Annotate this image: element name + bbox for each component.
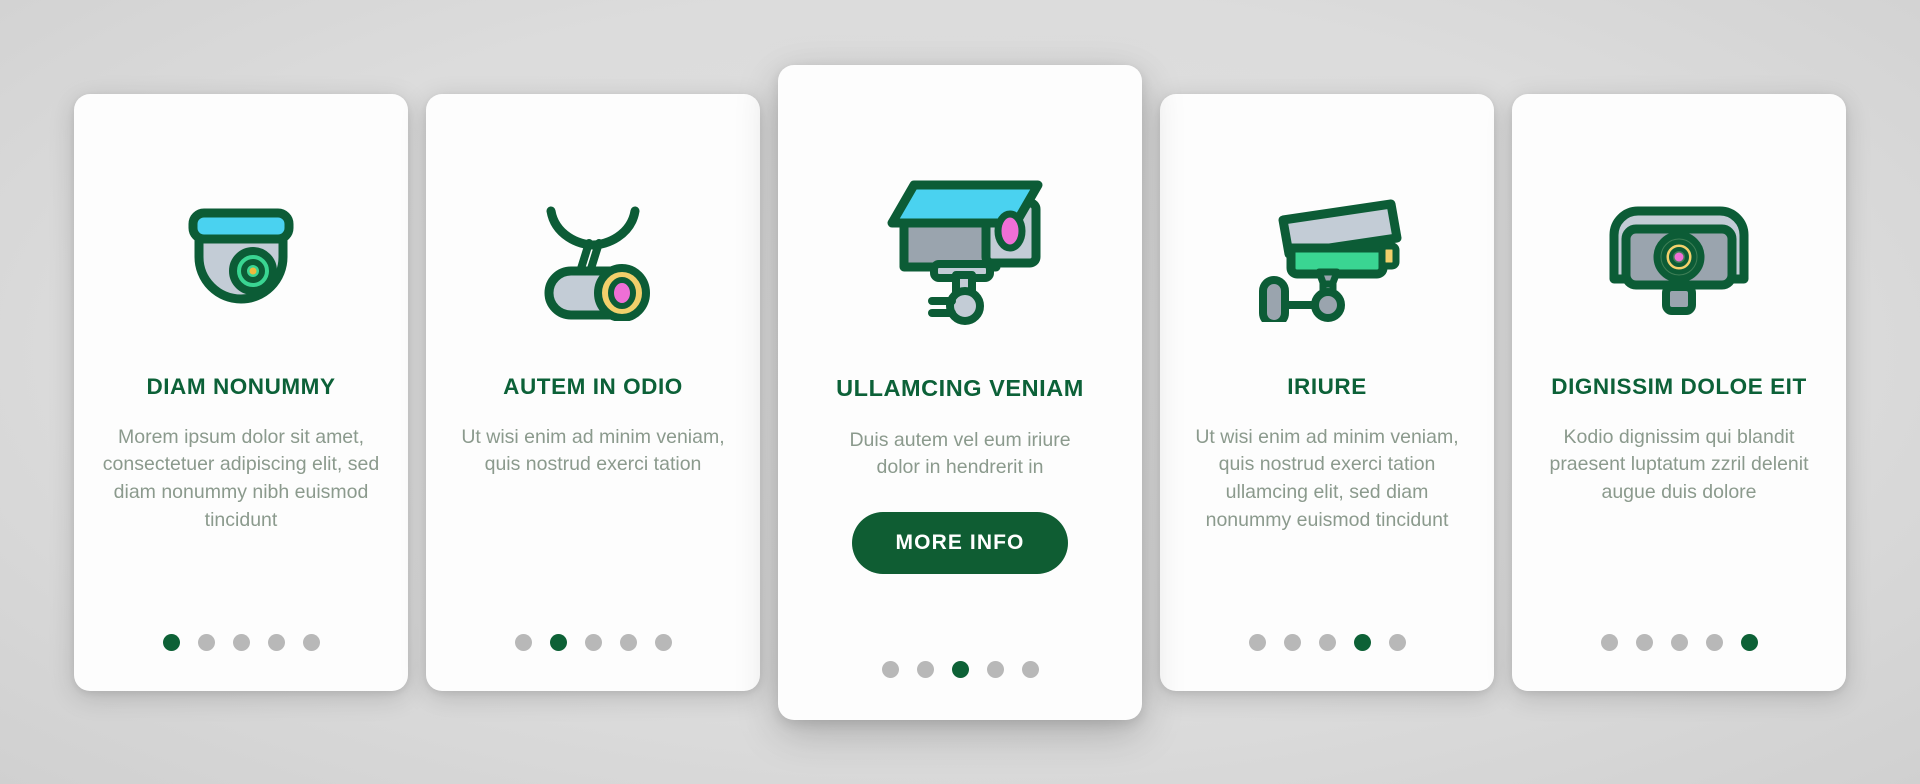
pagination-dots[interactable]: [74, 633, 408, 651]
card-2-icon-wrap: [452, 138, 734, 374]
card-1-icon-wrap: [100, 138, 382, 374]
card-5-icon-wrap: [1538, 138, 1820, 374]
onboarding-card-1[interactable]: DIAM NONUMMY Morem ipsum dolor sit amet,…: [74, 93, 408, 691]
card-title: DIGNISSIM DOLOE EIT: [1551, 373, 1807, 399]
pagination-dot[interactable]: [1353, 633, 1371, 651]
hanging-ceiling-camera-icon: [523, 191, 663, 321]
pagination-dot[interactable]: [1740, 633, 1758, 651]
pagination-dot[interactable]: [654, 633, 672, 651]
onboarding-card-4[interactable]: IRIURE Ut wisi enim ad minim veniam, qui…: [1160, 93, 1494, 691]
pagination-dot[interactable]: [232, 633, 250, 651]
pagination-dot[interactable]: [1670, 633, 1688, 651]
pagination-dot[interactable]: [549, 633, 567, 651]
pagination-dot[interactable]: [1600, 633, 1618, 651]
pagination-dot[interactable]: [584, 633, 602, 651]
pagination-dot[interactable]: [1318, 633, 1336, 651]
card-body: Morem ipsum dolor sit amet, consectetuer…: [102, 425, 380, 531]
pagination-dots[interactable]: [426, 633, 760, 651]
pagination-dot[interactable]: [1705, 633, 1723, 651]
pagination-dot[interactable]: [881, 660, 899, 678]
card-4-icon-wrap: [1186, 138, 1468, 374]
onboarding-card-5[interactable]: DIGNISSIM DOLOE EIT Kodio dignissim qui …: [1512, 93, 1846, 691]
card-body: Kodio dignissim qui blandit praesent lup…: [1549, 425, 1809, 503]
dome-security-camera-icon: [175, 195, 307, 317]
pagination-dot[interactable]: [1283, 633, 1301, 651]
pagination-dots[interactable]: [1160, 633, 1494, 651]
card-title: IRIURE: [1287, 373, 1367, 399]
onboarding-card-3-featured[interactable]: ULLAMCING VENIAM Duis autem vel eum iriu…: [778, 64, 1142, 720]
onboarding-card-deck: DIAM NONUMMY Morem ipsum dolor sit amet,…: [74, 64, 1846, 720]
pagination-dot[interactable]: [619, 633, 637, 651]
card-body: Duis autem vel eum iriure dolor in hendr…: [849, 428, 1071, 479]
pagination-dot[interactable]: [162, 633, 180, 651]
card-body: Ut wisi enim ad minim veniam, quis nostr…: [1195, 425, 1459, 531]
more-info-button[interactable]: MORE INFO: [851, 511, 1069, 574]
pagination-dot[interactable]: [514, 633, 532, 651]
pagination-dot[interactable]: [267, 633, 285, 651]
pagination-dot[interactable]: [1388, 633, 1406, 651]
box-cctv-camera-icon: [870, 165, 1050, 327]
card-3-icon-wrap: [808, 117, 1112, 375]
pagination-dot[interactable]: [916, 660, 934, 678]
pagination-dot[interactable]: [1635, 633, 1653, 651]
card-title: ULLAMCING VENIAM: [836, 374, 1084, 401]
card-title: DIAM NONUMMY: [146, 373, 336, 399]
pagination-dot[interactable]: [302, 633, 320, 651]
pagination-dot[interactable]: [1021, 660, 1039, 678]
pagination-dot[interactable]: [1248, 633, 1266, 651]
pagination-dots[interactable]: [1512, 633, 1846, 651]
front-facing-camera-icon: [1596, 195, 1762, 317]
pagination-dots[interactable]: [778, 660, 1142, 678]
card-body: Ut wisi enim ad minim veniam, quis nostr…: [461, 425, 725, 476]
wall-mounted-cctv-camera-icon: [1241, 190, 1413, 322]
pagination-dot[interactable]: [986, 660, 1004, 678]
onboarding-card-2[interactable]: AUTEM IN ODIO Ut wisi enim ad minim veni…: [426, 93, 760, 691]
pagination-dot[interactable]: [951, 660, 969, 678]
pagination-dot[interactable]: [197, 633, 215, 651]
card-title: AUTEM IN ODIO: [503, 373, 683, 399]
